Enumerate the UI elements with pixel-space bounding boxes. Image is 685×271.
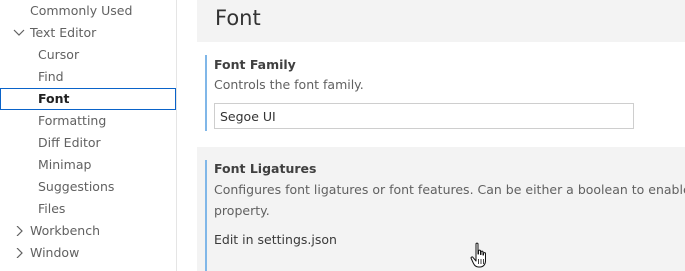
tree-item-label: Diff Editor xyxy=(38,135,101,150)
tree-item-text-editor[interactable]: Text Editor xyxy=(0,22,176,44)
setting-font-family: Font Family Controls the font family. xyxy=(205,55,685,131)
tree-item-label: Workbench xyxy=(30,223,100,238)
tree-item-label: Minimap xyxy=(38,157,92,172)
font-family-input[interactable] xyxy=(214,103,634,129)
tree-item-label: Window xyxy=(30,245,80,260)
setting-description: Configures font ligatures or font featur… xyxy=(214,182,685,197)
tree-item-label: Text Editor xyxy=(30,25,97,40)
settings-tree: Commonly Used Text Editor Cursor Find Fo… xyxy=(0,0,177,271)
tree-item-commonly-used[interactable]: Commonly Used xyxy=(0,0,176,22)
tree-item-label: Formatting xyxy=(38,113,107,128)
chevron-right-icon[interactable] xyxy=(12,242,26,264)
setting-description-continued: property. xyxy=(214,203,270,218)
tree-item-label: Find xyxy=(38,69,64,84)
tree-item-label: Cursor xyxy=(38,47,80,62)
edit-in-settings-json-link[interactable]: Edit in settings.json xyxy=(214,232,337,247)
setting-font-ligatures: Font Ligatures Configures font ligatures… xyxy=(205,160,685,271)
tree-item-font[interactable]: Font xyxy=(0,88,176,110)
tree-item-find[interactable]: Find xyxy=(0,66,176,88)
tree-item-window[interactable]: Window xyxy=(0,242,176,264)
tree-item-label: Files xyxy=(38,201,66,216)
section-header: Font xyxy=(197,0,685,42)
tree-item-diff-editor[interactable]: Diff Editor xyxy=(0,132,176,154)
setting-indicator xyxy=(205,55,207,131)
tree-item-workbench[interactable]: Workbench xyxy=(0,220,176,242)
tree-item-label: Suggestions xyxy=(38,179,115,194)
tree-item-suggestions[interactable]: Suggestions xyxy=(0,176,176,198)
setting-description: Controls the font family. xyxy=(214,77,364,92)
setting-title: Font Ligatures xyxy=(214,161,317,176)
tree-item-cursor[interactable]: Cursor xyxy=(0,44,176,66)
setting-indicator xyxy=(205,160,207,271)
section-title: Font xyxy=(215,6,261,30)
tree-item-files[interactable]: Files xyxy=(0,198,176,220)
tree-item-label: Font xyxy=(38,91,70,106)
tree-item-minimap[interactable]: Minimap xyxy=(0,154,176,176)
tree-item-label: Commonly Used xyxy=(30,3,133,18)
setting-title: Font Family xyxy=(214,57,296,72)
chevron-right-icon[interactable] xyxy=(12,220,26,242)
chevron-down-icon[interactable] xyxy=(12,22,26,44)
hand-cursor-icon xyxy=(470,242,490,270)
tree-item-formatting[interactable]: Formatting xyxy=(0,110,176,132)
settings-list: Font Font Family Controls the font famil… xyxy=(177,0,685,271)
settings-editor: Commonly Used Text Editor Cursor Find Fo… xyxy=(0,0,685,271)
